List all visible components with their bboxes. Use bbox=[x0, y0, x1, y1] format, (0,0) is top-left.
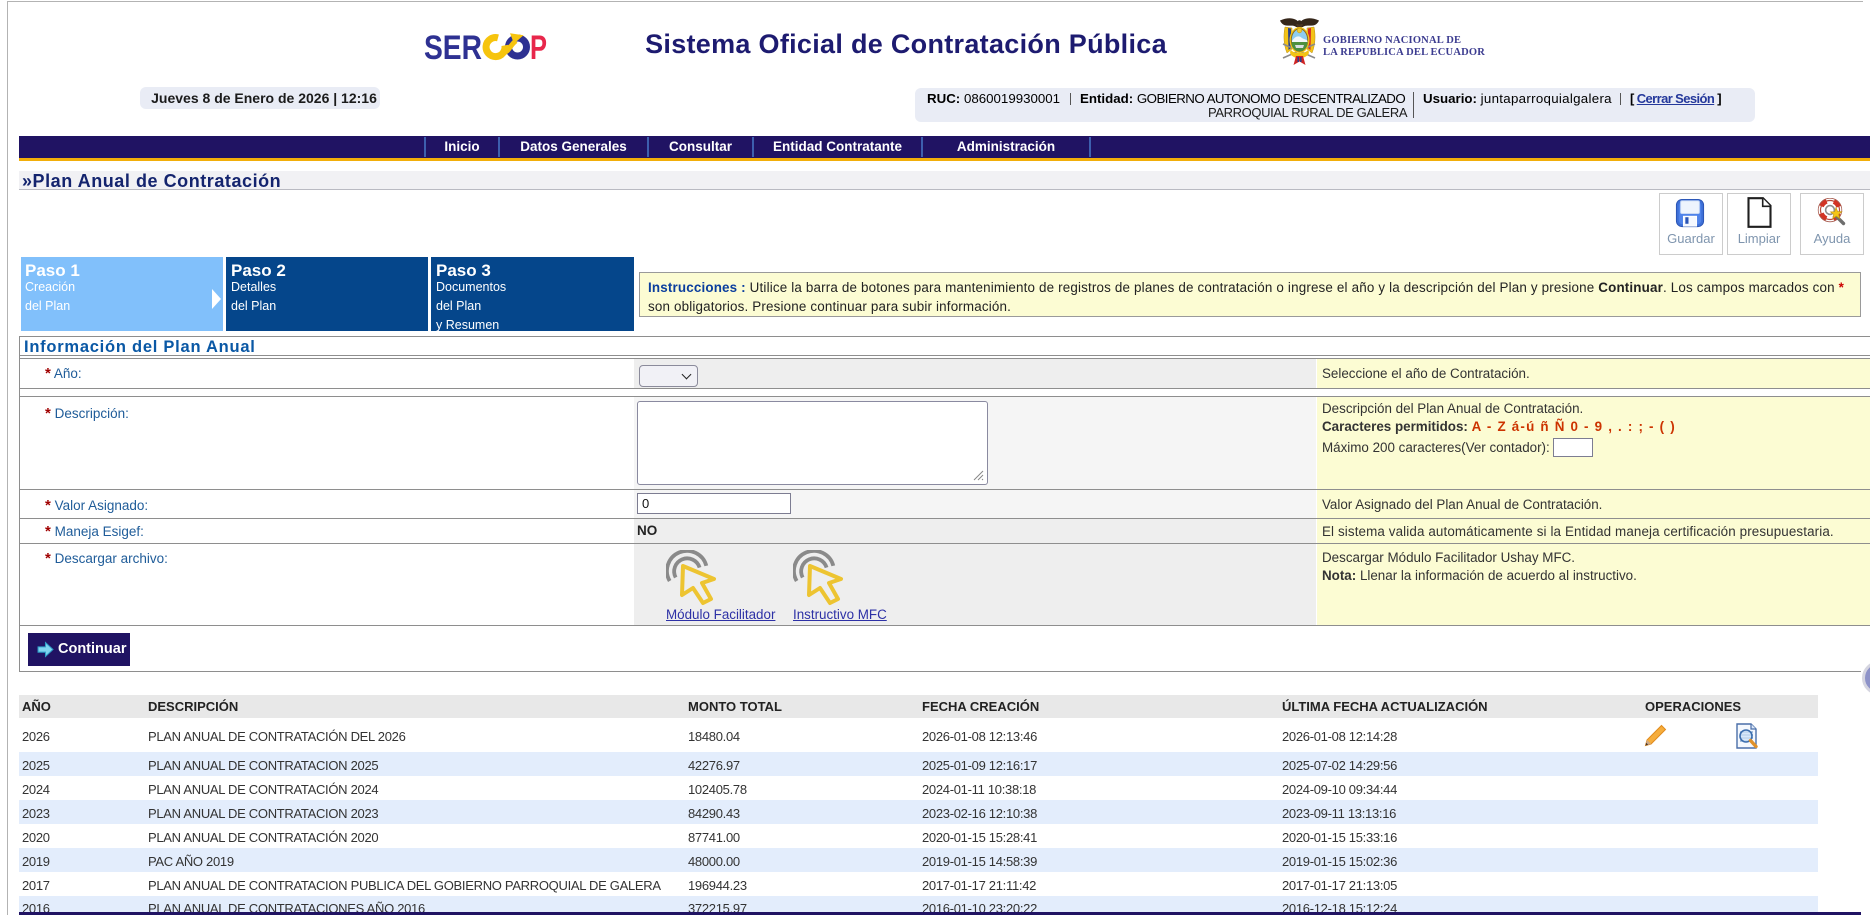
svg-text:SER: SER bbox=[424, 29, 482, 64]
svg-text:P: P bbox=[530, 29, 547, 64]
